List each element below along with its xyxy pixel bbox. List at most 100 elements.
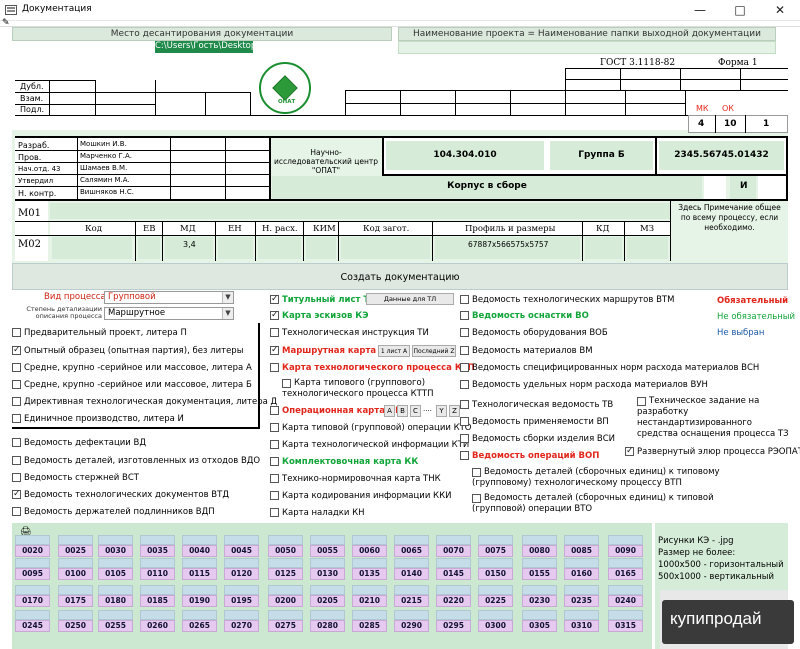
en-field[interactable] [218, 237, 253, 259]
thumbnail-image[interactable] [436, 558, 471, 568]
i-letter[interactable]: И [740, 181, 748, 191]
project-field[interactable] [398, 41, 776, 54]
checkbox[interactable] [270, 440, 279, 449]
checkbox[interactable] [460, 451, 469, 460]
doc-reopat[interactable]: Развернутый элюр процесса РЭОПАТ [625, 445, 800, 458]
thumbnail-slot[interactable]: 0120 [224, 558, 259, 580]
thumbnail-slot[interactable]: 0100 [58, 558, 93, 580]
thumbnail-image[interactable] [140, 610, 175, 620]
thumbnail-slot[interactable]: 0025 [58, 535, 93, 557]
checkbox[interactable] [460, 400, 469, 409]
doc-vp[interactable]: Ведомость применяемости ВП [460, 416, 609, 428]
thumbnail-image[interactable] [182, 610, 217, 620]
doc-tnk[interactable]: Технико-нормировочная карта ТНК [270, 473, 441, 485]
sheet-value[interactable]: 1 [763, 119, 769, 129]
doc-ti[interactable]: Технологическая инструкция ТИ [270, 327, 429, 339]
thumbnail-image[interactable] [140, 558, 175, 568]
thumbnail-slot[interactable]: 0215 [394, 585, 429, 607]
thumbnail-slot[interactable]: 0260 [140, 610, 175, 632]
checkbox[interactable] [270, 344, 279, 356]
checkbox[interactable] [460, 295, 469, 304]
thumbnail-slot[interactable]: 0030 [98, 535, 133, 557]
checkbox[interactable] [270, 423, 279, 432]
thumbnail-image[interactable] [182, 558, 217, 568]
thumbnail-image[interactable] [394, 558, 429, 568]
thumbnail-slot[interactable]: 0035 [140, 535, 175, 557]
thumbnail-image[interactable] [394, 610, 429, 620]
checkbox[interactable] [270, 508, 279, 517]
thumbnail-image[interactable] [478, 558, 513, 568]
doc-kk[interactable]: Комплектовочная карта КК [270, 456, 418, 468]
checkbox[interactable] [460, 328, 469, 337]
checkbox[interactable] [270, 491, 279, 500]
checkbox[interactable] [270, 363, 279, 372]
thumbnail-image[interactable] [522, 610, 557, 620]
thumbnail-image[interactable] [98, 558, 133, 568]
thumbnail-slot[interactable]: 0190 [182, 585, 217, 607]
thumbnail-slot[interactable]: 0170 [15, 585, 50, 607]
thumbnail-image[interactable] [436, 610, 471, 620]
mk-first-sheet-button[interactable]: 1 лист А [378, 345, 410, 357]
doc-vto[interactable]: Ведомость деталей (сборочных единиц) к т… [460, 493, 720, 515]
thumbnail-slot[interactable]: 0080 [522, 535, 557, 557]
thumbnail-image[interactable] [608, 610, 643, 620]
thumbnail-slot[interactable]: 0150 [478, 558, 513, 580]
liter-a[interactable]: Средне, крупно -серийное или массовое, л… [12, 362, 252, 374]
thumbnail-slot[interactable]: 0195 [224, 585, 259, 607]
thumbnail-slot[interactable]: 0270 [224, 610, 259, 632]
thumbnail-slot[interactable]: 0045 [224, 535, 259, 557]
ok-sheet-c-button[interactable]: C [410, 405, 421, 417]
checkbox[interactable] [12, 380, 21, 389]
thumbnail-slot[interactable]: 0090 [608, 535, 643, 557]
thumbnail-image[interactable] [522, 585, 557, 595]
thumbnail-slot[interactable]: 0085 [564, 535, 599, 557]
thumbnail-slot[interactable]: 0200 [268, 585, 303, 607]
doc-ok[interactable]: Операционная карта ОК [270, 405, 402, 417]
checkbox[interactable] [460, 434, 469, 443]
doc-vd[interactable]: Ведомость дефектации ВД [12, 437, 146, 449]
thumbnail-slot[interactable]: 0040 [182, 535, 217, 557]
liter-b[interactable]: Средне, крупно -серийное или массовое, л… [12, 379, 252, 391]
thumbnail-image[interactable] [15, 610, 50, 620]
thumbnail-image[interactable] [352, 558, 387, 568]
checkbox[interactable] [270, 406, 279, 415]
thumbnail-slot[interactable]: 0230 [522, 585, 557, 607]
doc-vob[interactable]: Ведомость оборудования ВОБ [460, 327, 608, 339]
doc-vop[interactable]: Ведомость операций ВОП [460, 450, 599, 462]
thumbnail-image[interactable] [352, 585, 387, 595]
doc-mk[interactable]: Маршрутная карта МК [270, 344, 395, 357]
prov-name[interactable]: Марченко Г.А. [80, 152, 132, 160]
thumbnail-slot[interactable]: 0115 [182, 558, 217, 580]
thumbnail-image[interactable] [310, 585, 345, 595]
ev-field[interactable] [138, 237, 160, 259]
thumbnail-slot[interactable]: 0055 [310, 535, 345, 557]
thumbnail-image[interactable] [564, 585, 599, 595]
ok-sheet-a-button[interactable]: A [384, 405, 395, 417]
detail-select[interactable]: Маршрутное ▼ [104, 307, 234, 320]
thumbnail-slot[interactable]: 0280 [310, 610, 345, 632]
checkbox[interactable] [12, 397, 21, 406]
thumbnail-image[interactable] [98, 535, 133, 545]
thumbnail-slot[interactable]: 0125 [268, 558, 303, 580]
thumbnail-image[interactable] [58, 610, 93, 620]
thumbnail-image[interactable] [436, 535, 471, 545]
thumbnail-image[interactable] [310, 535, 345, 545]
thumbnail-slot[interactable]: 0070 [436, 535, 471, 557]
thumbnail-slot[interactable]: 0050 [268, 535, 303, 557]
thumbnail-image[interactable] [224, 610, 259, 620]
kod-zagot-field[interactable] [341, 237, 430, 259]
checkbox[interactable] [12, 456, 21, 465]
thumbnail-image[interactable] [224, 585, 259, 595]
thumbnail-slot[interactable]: 0285 [352, 610, 387, 632]
thumbnail-slot[interactable]: 0300 [478, 610, 513, 632]
nach-name[interactable]: Шамаев В.М. [80, 164, 127, 172]
thumbnail-image[interactable] [478, 535, 513, 545]
thumbnail-image[interactable] [58, 558, 93, 568]
thumbnail-image[interactable] [310, 610, 345, 620]
thumbnail-image[interactable] [98, 585, 133, 595]
thumbnail-slot[interactable]: 0245 [15, 610, 50, 632]
liter-d[interactable]: Директивная технологическая документация… [12, 396, 277, 408]
mz-field[interactable] [627, 237, 668, 259]
thumbnail-image[interactable] [608, 585, 643, 595]
thumbnail-image[interactable] [522, 558, 557, 568]
